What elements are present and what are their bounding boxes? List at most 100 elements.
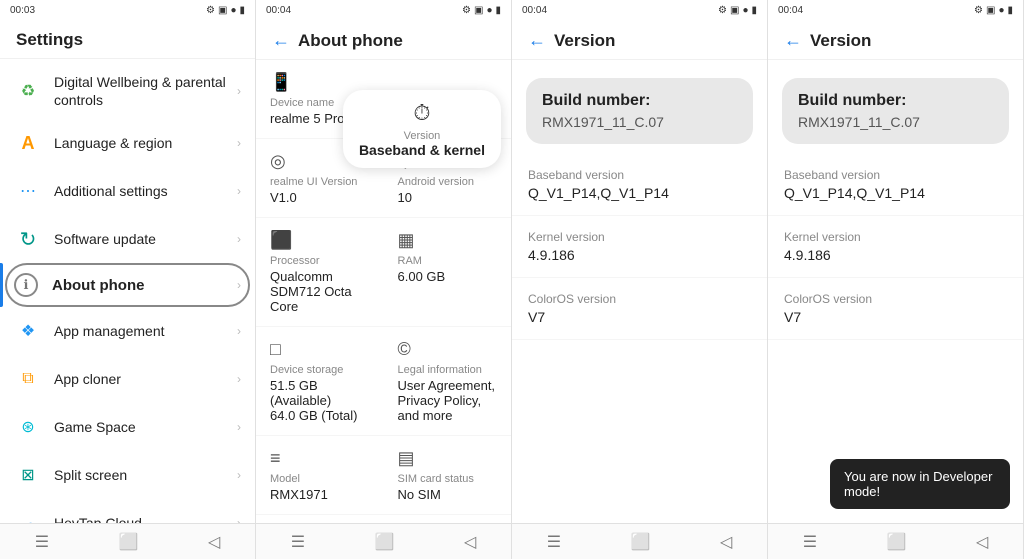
time-3: 00:04 [522, 5, 547, 16]
nav-back-icon-4[interactable]: ◁ [976, 532, 988, 552]
nav-back-icon[interactable]: ◁ [208, 532, 220, 552]
status-bar-4: 00:04 ⚙ ▣ ● ▮ [768, 0, 1023, 20]
status-bar-2: 00:04 ⚙ ▣ ● ▮ [256, 0, 511, 20]
settings-icon-4: ⚙ [974, 5, 983, 16]
sim-item[interactable]: ▤ SIM card status No SIM [384, 436, 512, 515]
back-arrow-3[interactable]: ← [528, 30, 546, 51]
realme-ui-label: realme UI Version [270, 176, 370, 188]
version-card-icon: ⏱ [413, 100, 430, 126]
build-number-value-1: RMX1971_11_C.07 [542, 114, 737, 130]
sidebar-item-language[interactable]: A Language & region › [0, 119, 255, 167]
nav-home-icon-4[interactable]: ⬜ [887, 532, 907, 552]
nav-bar-3: ☰ ⬜ ◁ [512, 523, 767, 559]
panel-about-phone: 00:04 ⚙ ▣ ● ▮ ← About phone ⏱ Version Ba… [256, 0, 512, 559]
nav-menu-icon-3[interactable]: ☰ [547, 532, 561, 552]
back-arrow-4[interactable]: ← [784, 30, 802, 51]
game-space-icon: ⊛ [14, 413, 42, 441]
kernel-value-2: 4.9.186 [784, 247, 1007, 263]
ram-icon: ▦ [398, 230, 498, 251]
sidebar-item-software-update[interactable]: ↻ Software update › [0, 215, 255, 263]
nav-home-icon-2[interactable]: ⬜ [375, 532, 395, 552]
storage-item[interactable]: □ Device storage 51.5 GB (Available)64.0… [256, 327, 384, 436]
sidebar-item-heytap-cloud[interactable]: ☁ HeyTap Cloud › [0, 499, 255, 523]
build-number-box-2[interactable]: Build number: RMX1971_11_C.07 [782, 78, 1009, 144]
sidebar-item-app-cloner[interactable]: ⧉ App cloner › [0, 355, 255, 403]
status-bar-1: 00:03 ⚙ ▣ ● ▮ [0, 0, 255, 20]
ram-item[interactable]: ▦ RAM 6.00 GB [384, 218, 512, 327]
baseband-value-1: Q_V1_P14,Q_V1_P14 [528, 185, 751, 201]
battery-icon-3: ▮ [751, 5, 757, 16]
battery-icon: ▮ [239, 5, 245, 16]
processor-item[interactable]: ⬛ Processor Qualcomm SDM712 Octa Core [256, 218, 384, 327]
legal-item[interactable]: © Legal information User Agreement, Priv… [384, 327, 512, 436]
battery-icon-2: ▮ [495, 5, 501, 16]
android-version-value: 10 [398, 190, 498, 205]
status-bar-3: 00:04 ⚙ ▣ ● ▮ [512, 0, 767, 20]
settings-icon-3: ⚙ [718, 5, 727, 16]
sim-icon: ▤ [398, 448, 498, 469]
additional-settings-icon: ⋯ [14, 177, 42, 205]
signal-icon-2: ▣ [474, 5, 483, 16]
build-number-box-1[interactable]: Build number: RMX1971_11_C.07 [526, 78, 753, 144]
about-phone-panel: 00:04 ⚙ ▣ ● ▮ ← About phone ⏱ Version Ba… [256, 0, 512, 559]
coloros-value-2: V7 [784, 309, 1007, 325]
back-arrow-2[interactable]: ← [272, 30, 290, 51]
sidebar-item-additional-settings[interactable]: ⋯ Additional settings › [0, 167, 255, 215]
status-icons-3: ⚙ ▣ ● ▮ [718, 5, 757, 16]
panel-version-2: 00:04 ⚙ ▣ ● ▮ ← Version Build number: RM… [768, 0, 1024, 559]
settings-icon-2: ⚙ [462, 5, 471, 16]
kernel-label-2: Kernel version [784, 230, 1007, 244]
wifi-icon: ● [230, 5, 236, 16]
nav-menu-icon-4[interactable]: ☰ [803, 532, 817, 552]
status-item[interactable]: ≣ Status IMEI & IP [256, 515, 384, 523]
model-icon: ≡ [270, 448, 370, 469]
model-value: RMX1971 [270, 487, 370, 502]
baseband-item-2: Baseband version Q_V1_P14,Q_V1_P14 [768, 154, 1023, 216]
version1-panel: 00:04 ⚙ ▣ ● ▮ ← Version Build number: RM… [512, 0, 768, 559]
legal-icon: © [398, 339, 498, 360]
version2-title-bar: ← Version [768, 20, 1023, 60]
app-management-label: App management [54, 322, 237, 340]
settings-icon-status: ⚙ [206, 5, 215, 16]
nav-bar-4: ☰ ⬜ ◁ [768, 523, 1023, 559]
sidebar-item-app-management[interactable]: ❖ App management › [0, 307, 255, 355]
nav-back-icon-2[interactable]: ◁ [464, 532, 476, 552]
nav-home-icon[interactable]: ⬜ [119, 532, 139, 552]
ram-label: RAM [398, 255, 498, 267]
nav-menu-icon[interactable]: ☰ [35, 532, 49, 552]
sidebar-item-about-phone[interactable]: ℹ About phone › [0, 263, 255, 307]
nav-back-icon-3[interactable]: ◁ [720, 532, 732, 552]
chevron-icon: › [237, 324, 241, 338]
additional-settings-label: Additional settings [54, 182, 237, 200]
signal-icon-4: ▣ [986, 5, 995, 16]
sidebar-item-game-space[interactable]: ⊛ Game Space › [0, 403, 255, 451]
split-screen-label: Split screen [54, 466, 237, 484]
sidebar-item-digital-wellbeing[interactable]: ♻ Digital Wellbeing & parental controls … [0, 63, 255, 119]
status-icons-2: ⚙ ▣ ● ▮ [462, 5, 501, 16]
baseband-label-2: Baseband version [784, 168, 1007, 182]
sidebar-item-split-screen[interactable]: ⊠ Split screen › [0, 451, 255, 499]
storage-icon: □ [270, 339, 370, 360]
nav-menu-icon-2[interactable]: ☰ [291, 532, 305, 552]
app-cloner-icon: ⧉ [14, 365, 42, 393]
app-management-icon: ❖ [14, 317, 42, 345]
version1-content: Build number: RMX1971_11_C.07 Baseband v… [512, 60, 767, 523]
kernel-label-1: Kernel version [528, 230, 751, 244]
chevron-icon: › [237, 516, 241, 523]
model-item[interactable]: ≡ Model RMX1971 [256, 436, 384, 515]
settings-title: Settings [0, 20, 255, 59]
coloros-label-2: ColorOS version [784, 292, 1007, 306]
version-card[interactable]: ⏱ Version Baseband & kernel [343, 90, 501, 168]
split-screen-icon: ⊠ [14, 461, 42, 489]
regulatory-item[interactable]: ▨ Regulatory [384, 515, 512, 523]
digital-wellbeing-label: Digital Wellbeing & parental controls [54, 73, 237, 109]
version-card-title: Baseband & kernel [359, 142, 485, 158]
processor-label: Processor [270, 255, 370, 267]
model-label: Model [270, 473, 370, 485]
software-update-icon: ↻ [14, 225, 42, 253]
build-number-title-1: Build number: [542, 92, 737, 110]
nav-home-icon-3[interactable]: ⬜ [631, 532, 651, 552]
time-2: 00:04 [266, 5, 291, 16]
developer-mode-toast: You are now in Developer mode! [830, 459, 1010, 509]
sim-label: SIM card status [398, 473, 498, 485]
